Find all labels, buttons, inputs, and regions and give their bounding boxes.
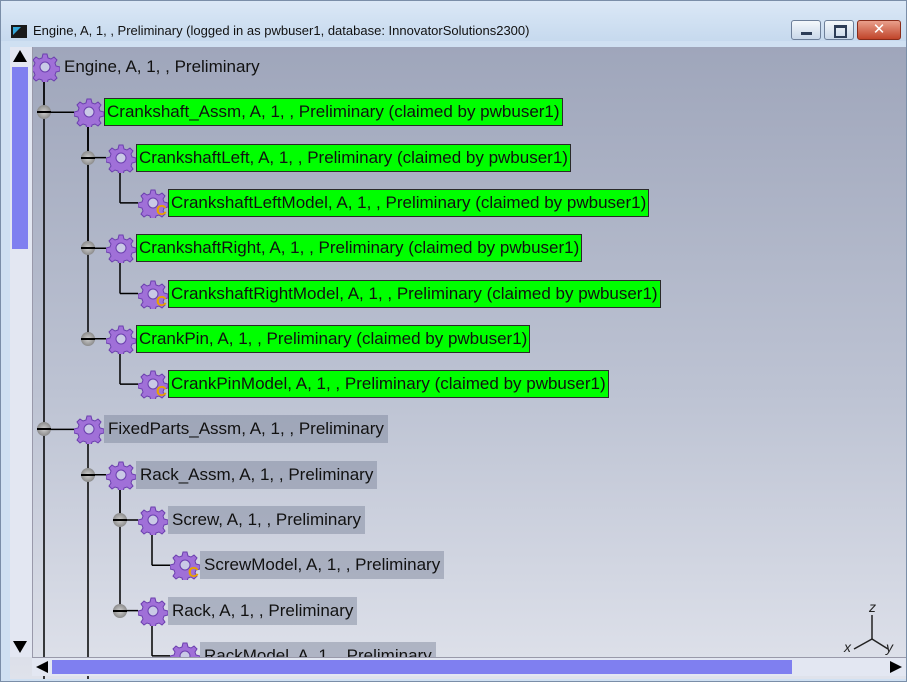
maximize-button[interactable] (824, 20, 854, 40)
tree-node-label[interactable]: Screw, A, 1, , Preliminary (168, 506, 365, 534)
axis-x-label: x (844, 639, 851, 655)
tree-node-screw-model[interactable]: C ScrewModel, A, 1, , Preliminary (170, 550, 445, 582)
product-gear-icon (106, 460, 136, 490)
app-window: Engine, A, 1, , Preliminary (logged in a… (0, 0, 907, 682)
tree-node-engine[interactable]: Engine, A, 1, , Preliminary (30, 52, 264, 82)
model-badge: C (156, 201, 167, 219)
close-button[interactable]: ✕ (857, 20, 901, 40)
horizontal-scroll-thumb[interactable] (52, 660, 792, 674)
part-gear-icon (138, 505, 168, 535)
collapse-toggle-icon[interactable] (113, 513, 127, 527)
vertical-scrollbar[interactable] (10, 47, 33, 657)
tree-node-rack[interactable]: Rack, A, 1, , Preliminary (138, 596, 358, 626)
tree-node-label[interactable]: Rack_Assm, A, 1, , Preliminary (136, 460, 378, 489)
model-badge: C (188, 564, 199, 582)
collapse-toggle-icon[interactable] (81, 331, 95, 346)
part-gear-icon (106, 324, 136, 354)
maximize-icon (834, 25, 847, 38)
tree-node-fixedparts-assm[interactable]: FixedParts_Assm, A, 1, , Preliminary (74, 414, 388, 445)
collapse-toggle-icon[interactable] (81, 150, 95, 165)
scroll-up-arrow-icon[interactable] (13, 50, 27, 62)
tree-node-label[interactable]: CrankshaftLeftModel, A, 1, , Preliminary… (168, 188, 650, 217)
tree-node-crankshaft-left[interactable]: CrankshaftLeft, A, 1, , Preliminary (cla… (106, 143, 571, 173)
part-gear-icon (138, 596, 168, 626)
tree-node-label[interactable]: CrankshaftRightModel, A, 1, , Preliminar… (168, 279, 661, 308)
tree-node-label[interactable]: Crankshaft_Assm, A, 1, , Preliminary (cl… (104, 98, 563, 127)
model-gear-icon: C (138, 188, 168, 219)
tree-node-label[interactable]: ScrewModel, A, 1, , Preliminary (200, 551, 445, 580)
part-gear-icon (106, 143, 136, 173)
product-gear-icon (74, 97, 104, 128)
scroll-right-arrow-icon[interactable] (890, 661, 902, 673)
model-badge: C (156, 383, 167, 401)
product-gear-icon (30, 52, 60, 82)
close-icon: ✕ (872, 21, 886, 38)
collapse-toggle-icon[interactable] (81, 467, 95, 482)
tree-node-crankshaft-right[interactable]: CrankshaftRight, A, 1, , Preliminary (cl… (106, 233, 583, 264)
app-icon (11, 25, 27, 38)
compass-axis-triad[interactable]: z x y (836, 599, 896, 657)
tree-node-label[interactable]: CrankshaftRight, A, 1, , Preliminary (cl… (136, 234, 583, 263)
horizontal-scrollbar[interactable] (32, 657, 906, 676)
tree-node-screw[interactable]: Screw, A, 1, , Preliminary (138, 505, 365, 535)
specification-tree-viewport[interactable]: Engine, A, 1, , Preliminary Crankshaft_A… (10, 47, 906, 679)
tree-node-label[interactable]: Rack, A, 1, , Preliminary (168, 596, 358, 625)
collapse-toggle-icon[interactable] (113, 603, 127, 618)
tree-node-rack-assm[interactable]: Rack_Assm, A, 1, , Preliminary (106, 460, 378, 490)
axis-z-label: z (869, 599, 876, 615)
minimize-button[interactable] (791, 20, 821, 40)
vertical-scroll-thumb[interactable] (12, 67, 28, 249)
minimize-icon (801, 32, 812, 35)
tree-node-label[interactable]: FixedParts_Assm, A, 1, , Preliminary (104, 415, 388, 444)
product-gear-icon (74, 414, 104, 445)
tree-node-crankpin-model[interactable]: C CrankPinModel, A, 1, , Preliminary (cl… (138, 369, 609, 401)
tree-node-label[interactable]: Engine, A, 1, , Preliminary (60, 53, 264, 81)
scroll-left-arrow-icon[interactable] (36, 661, 48, 673)
title-bar[interactable]: Engine, A, 1, , Preliminary (logged in a… (1, 1, 906, 41)
tree-node-crankpin[interactable]: CrankPin, A, 1, , Preliminary (claimed b… (106, 324, 531, 354)
model-gear-icon: C (170, 550, 200, 582)
part-gear-icon (106, 233, 136, 264)
tree-node-crankshaft-right-model[interactable]: C CrankshaftRightModel, A, 1, , Prelimin… (138, 279, 661, 310)
tree-node-label[interactable]: CrankshaftLeft, A, 1, , Preliminary (cla… (136, 143, 571, 172)
tree-node-crankshaft-assm[interactable]: Crankshaft_Assm, A, 1, , Preliminary (cl… (74, 97, 563, 128)
model-badge: C (156, 292, 167, 310)
axis-y-label: y (886, 639, 893, 655)
window-title: Engine, A, 1, , Preliminary (logged in a… (33, 23, 530, 38)
tree-node-label[interactable]: CrankPin, A, 1, , Preliminary (claimed b… (136, 324, 531, 353)
tree-node-crankshaft-left-model[interactable]: C CrankshaftLeftModel, A, 1, , Prelimina… (138, 188, 650, 219)
model-gear-icon: C (138, 369, 168, 401)
tree-node-label[interactable]: CrankPinModel, A, 1, , Preliminary (clai… (168, 370, 609, 399)
scroll-down-arrow-icon[interactable] (13, 641, 27, 653)
model-gear-icon: C (138, 279, 168, 310)
